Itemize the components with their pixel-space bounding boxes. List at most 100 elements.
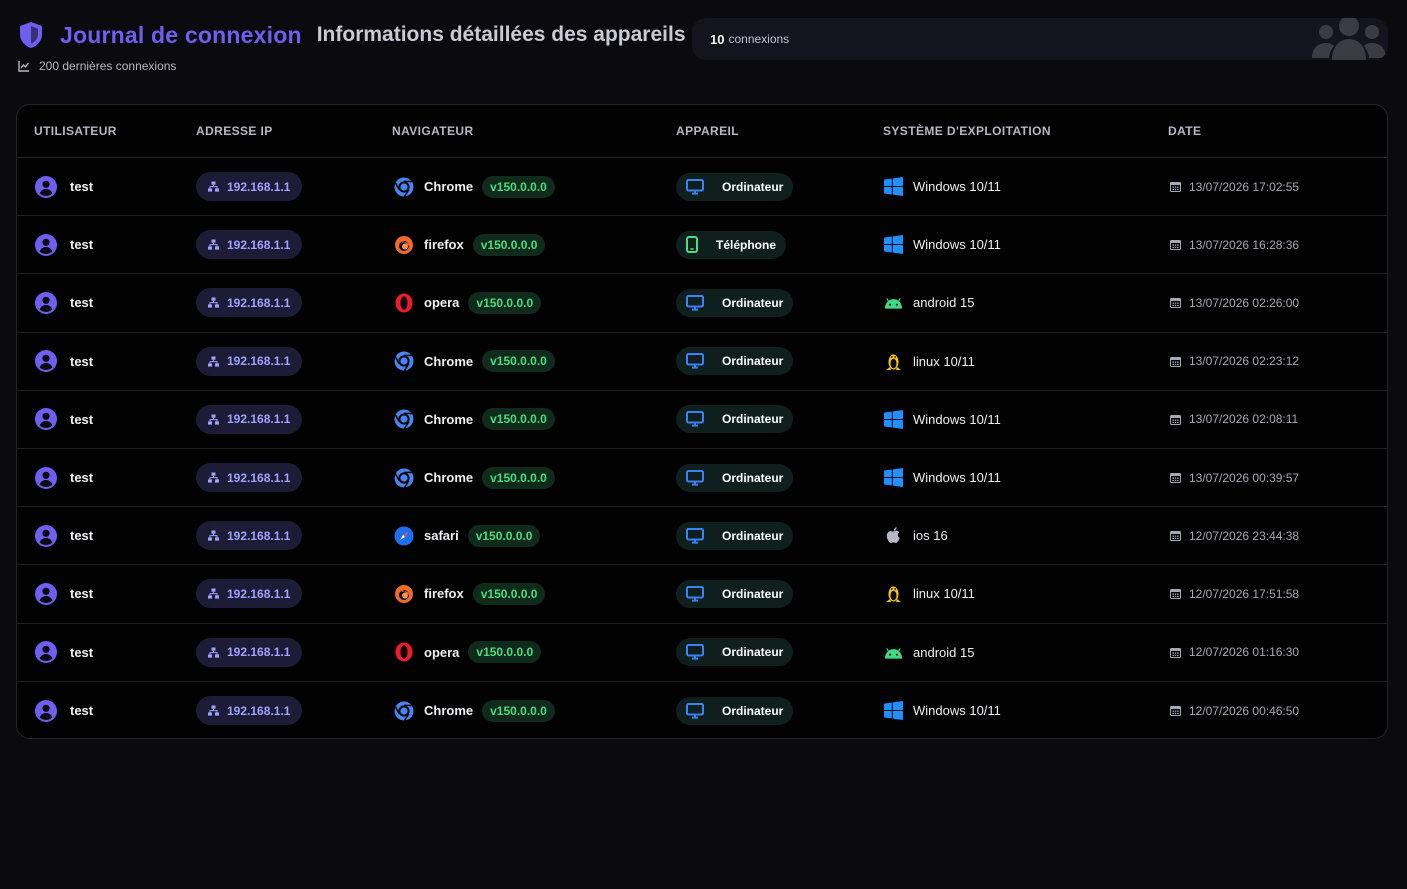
user-avatar-icon	[35, 582, 57, 605]
column-header-date[interactable]: DATE	[1168, 124, 1201, 138]
date-cell: 12/07/2026 01:16:30	[1170, 645, 1299, 659]
column-header-os[interactable]: SYSTÈME D'EXPLOITATION	[883, 124, 1051, 138]
user-avatar-icon	[35, 466, 57, 489]
windows-icon	[884, 701, 903, 721]
device-type: Ordinateur	[722, 528, 784, 543]
user-name: test	[70, 179, 94, 195]
ip-address: 192.168.1.1	[227, 412, 291, 427]
browser-name: Chrome	[424, 470, 474, 486]
user-avatar-icon	[35, 524, 57, 547]
network-icon	[208, 414, 219, 425]
browser-name: Chrome	[424, 411, 474, 427]
network-icon	[208, 588, 219, 600]
ip-cell: 192.168.1.1	[196, 521, 303, 551]
chrome-icon	[394, 468, 414, 488]
column-header-user[interactable]: UTILISATEUR	[34, 124, 117, 138]
ip-cell: 192.168.1.1	[196, 463, 303, 493]
table-row[interactable]: test 192.168.1.1 safari v150.0.0.0 Ordin…	[17, 507, 1387, 566]
user-cell: test	[35, 641, 94, 664]
browser-cell: firefox v150.0.0.0	[394, 582, 546, 605]
connection-date: 13/07/2026 00:39:57	[1189, 470, 1300, 485]
page-subtitle: Informations détaillées des appareils	[316, 23, 686, 46]
calendar-icon	[1170, 298, 1181, 309]
ip-cell: 192.168.1.1	[196, 346, 303, 376]
device-type: Ordinateur	[722, 179, 784, 194]
connection-count-label: connexions	[728, 32, 790, 46]
ip-badge: 192.168.1.1	[196, 637, 303, 667]
column-header-browser[interactable]: NAVIGATEUR	[392, 124, 474, 138]
calendar-icon	[1170, 414, 1181, 425]
ip-address: 192.168.1.1	[227, 703, 291, 718]
user-avatar-icon	[35, 408, 57, 431]
ip-cell: 192.168.1.1	[196, 579, 303, 609]
user-avatar-icon	[35, 699, 57, 722]
desktop-icon	[686, 411, 713, 427]
user-name: test	[70, 644, 94, 660]
date-cell: 12/07/2026 17:51:58	[1170, 587, 1299, 601]
date-cell: 13/07/2026 00:39:57	[1170, 471, 1299, 485]
browser-name: firefox	[424, 237, 464, 253]
calendar-icon	[1170, 182, 1181, 193]
connections-table: UTILISATEUR ADRESSE IP NAVIGATEUR APPARE…	[16, 104, 1388, 739]
chart-line-icon	[18, 61, 30, 72]
os-name: android 15	[913, 644, 975, 660]
column-header-device[interactable]: APPAREIL	[676, 124, 739, 138]
device-badge: Ordinateur	[676, 347, 794, 376]
user-name: test	[70, 703, 94, 719]
os-cell: linux 10/11	[884, 352, 975, 371]
os-cell: linux 10/11	[884, 584, 975, 603]
network-icon	[208, 647, 219, 658]
device-type: Ordinateur	[722, 295, 784, 310]
connection-date: 12/07/2026 01:16:30	[1189, 645, 1300, 660]
table-row[interactable]: test 192.168.1.1 Chrome v150.0.0.0 Ordin…	[17, 333, 1387, 391]
browser-version-badge: v150.0.0.0	[482, 466, 555, 489]
table-row[interactable]: test 192.168.1.1 firefox v150.0.0.0 Télé…	[17, 216, 1387, 275]
network-icon	[208, 530, 219, 541]
calendar-icon	[1170, 473, 1181, 484]
browser-version-badge: v150.0.0.0	[467, 524, 541, 547]
os-cell: android 15	[884, 293, 974, 312]
device-badge: Ordinateur	[676, 579, 794, 608]
device-badge: Ordinateur	[676, 172, 794, 201]
os-name: android 15	[913, 295, 975, 311]
connection-date: 12/07/2026 23:44:38	[1189, 528, 1300, 543]
os-cell: android 15	[884, 643, 974, 662]
user-cell: test	[35, 350, 93, 373]
linux-icon	[884, 584, 903, 603]
desktop-icon	[686, 469, 713, 486]
device-badge: Ordinateur	[676, 521, 794, 550]
device-type: Ordinateur	[722, 645, 784, 660]
ip-address: 192.168.1.1	[227, 528, 291, 543]
connection-count-badge: 10 connexions	[692, 18, 1388, 60]
table-row[interactable]: test 192.168.1.1 opera v150.0.0.0 Ordina…	[17, 274, 1387, 333]
browser-cell: Chrome v150.0.0.0	[394, 175, 555, 198]
calendar-icon	[1170, 706, 1181, 717]
android-icon	[884, 293, 903, 312]
table-row[interactable]: test 192.168.1.1 Chrome v150.0.0.0 Ordin…	[17, 158, 1387, 217]
device-type: Téléphone	[716, 237, 777, 252]
chrome-icon	[394, 409, 414, 430]
table-row[interactable]: test 192.168.1.1 Chrome v150.0.0.0 Ordin…	[17, 682, 1387, 738]
page-header: Journal de connexion Informations détail…	[18, 18, 1388, 78]
os-name: Windows 10/11	[913, 237, 1001, 253]
user-cell: test	[35, 524, 93, 547]
table-row[interactable]: test 192.168.1.1 Chrome v150.0.0.0 Ordin…	[17, 391, 1387, 449]
recent-connections-label: 200 dernières connexions	[39, 59, 177, 73]
browser-name: Chrome	[424, 179, 474, 195]
windows-icon	[884, 235, 903, 255]
device-type: Ordinateur	[722, 586, 784, 601]
device-cell: Ordinateur	[676, 288, 794, 317]
ip-badge: 192.168.1.1	[196, 288, 303, 318]
users-icon	[1312, 18, 1386, 60]
table-row[interactable]: test 192.168.1.1 opera v150.0.0.0 Ordina…	[17, 624, 1387, 682]
table-row[interactable]: test 192.168.1.1 Chrome v150.0.0.0 Ordin…	[17, 449, 1387, 508]
browser-version-badge: v150.0.0.0	[482, 408, 555, 431]
device-badge: Téléphone	[676, 230, 787, 259]
desktop-icon	[686, 702, 713, 719]
column-header-ip[interactable]: ADRESSE IP	[196, 124, 273, 138]
os-name: Windows 10/11	[913, 411, 1001, 427]
chrome-icon	[394, 177, 414, 197]
table-row[interactable]: test 192.168.1.1 firefox v150.0.0.0 Ordi…	[17, 565, 1387, 624]
user-name: test	[70, 470, 94, 486]
device-cell: Ordinateur	[676, 347, 794, 376]
